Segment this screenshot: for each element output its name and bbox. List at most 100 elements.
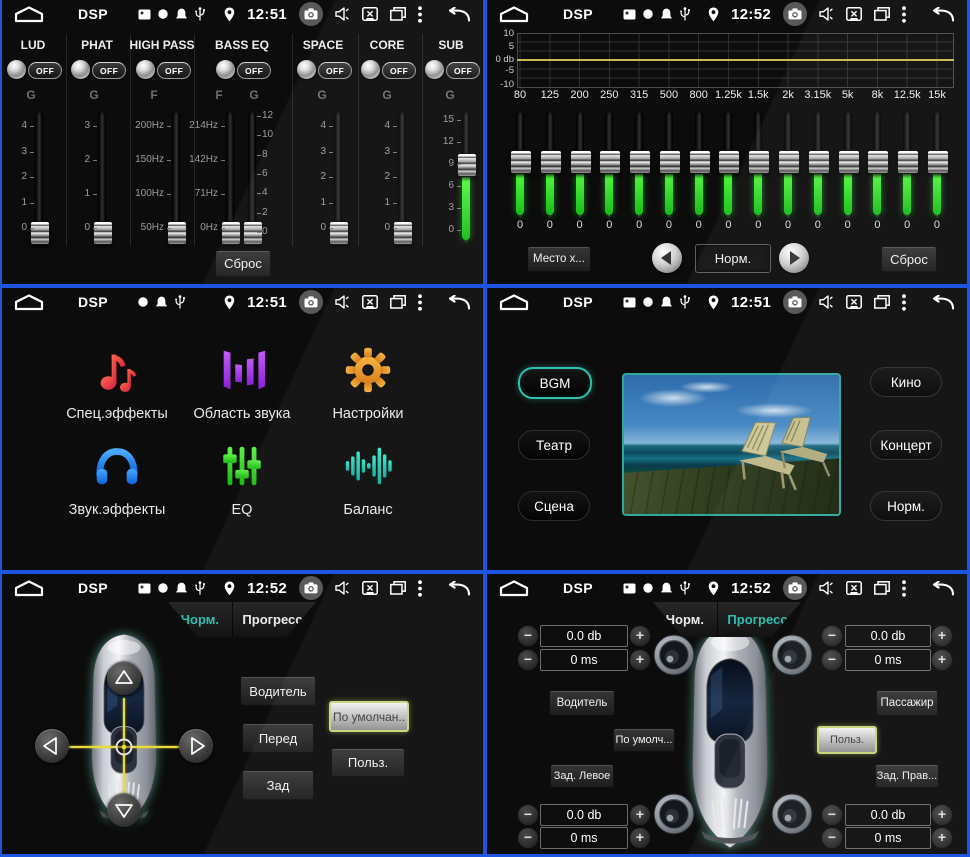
nudge-left-button[interactable]: [35, 729, 69, 763]
menu-item-balance[interactable]: Баланс: [298, 438, 438, 518]
back-icon[interactable]: [446, 7, 471, 22]
home-icon[interactable]: [499, 6, 529, 23]
eq-band-12-thumb[interactable]: [867, 150, 889, 174]
seat-button-rear-left[interactable]: Зад. Левое: [550, 764, 614, 788]
sub-off-toggle[interactable]: OFF: [446, 62, 480, 79]
eq-band-2-thumb[interactable]: [570, 150, 592, 174]
tab-normal[interactable]: Норм.: [653, 602, 717, 637]
eq-band-10-thumb[interactable]: [808, 150, 830, 174]
recent-windows-icon[interactable]: [874, 581, 890, 595]
close-window-icon[interactable]: [362, 7, 378, 21]
home-icon[interactable]: [499, 294, 529, 311]
eq-band-11-thumb[interactable]: [838, 150, 860, 174]
seat-button-custom[interactable]: Польз.: [817, 726, 877, 754]
back-icon[interactable]: [446, 295, 471, 310]
preset-button-default[interactable]: По умолчан..: [329, 701, 409, 732]
rear-left-ms-decrease-button[interactable]: −: [517, 827, 539, 849]
recent-windows-icon[interactable]: [390, 7, 406, 21]
bass-eq-off-toggle[interactable]: OFF: [237, 62, 271, 79]
recent-windows-icon[interactable]: [874, 7, 890, 21]
eq-band-1-thumb[interactable]: [540, 150, 562, 174]
menu-item-sound-zone[interactable]: Область звука: [172, 342, 312, 422]
screenshot-camera-button[interactable]: [299, 2, 323, 26]
close-window-icon[interactable]: [846, 581, 862, 595]
preset-button-норм[interactable]: Норм.: [870, 491, 942, 521]
recent-windows-icon[interactable]: [874, 295, 890, 309]
nudge-down-button[interactable]: [107, 793, 141, 827]
close-window-icon[interactable]: [362, 581, 378, 595]
preset-name-button[interactable]: Норм.: [695, 244, 771, 273]
bass-eq-slider-1-thumb[interactable]: [243, 221, 263, 245]
seat-button-driver[interactable]: Водитель: [549, 690, 615, 716]
zone-button-driver[interactable]: Водитель: [240, 676, 316, 706]
back-icon[interactable]: [446, 581, 471, 596]
eq-band-13-thumb[interactable]: [897, 150, 919, 174]
preset-button-custom[interactable]: Польз.: [331, 748, 405, 777]
overflow-menu-icon[interactable]: [418, 580, 422, 597]
home-icon[interactable]: [14, 294, 44, 311]
rear-left-db-increase-button[interactable]: +: [629, 804, 651, 826]
sub-knob[interactable]: [425, 60, 444, 79]
reset-button[interactable]: Сброс: [881, 246, 937, 272]
preset-button-bgm[interactable]: BGM: [518, 367, 592, 399]
tab-progress[interactable]: Прогресс.: [232, 602, 316, 637]
rear-right-db-decrease-button[interactable]: −: [821, 804, 843, 826]
core-slider-0-thumb[interactable]: [393, 221, 413, 245]
back-icon[interactable]: [930, 581, 955, 596]
recent-windows-icon[interactable]: [390, 295, 406, 309]
eq-band-14-thumb[interactable]: [927, 150, 949, 174]
volume-icon[interactable]: [819, 581, 834, 595]
close-window-icon[interactable]: [362, 295, 378, 309]
seat-button-passenger[interactable]: Пассажир: [876, 690, 938, 716]
eq-band-3-thumb[interactable]: [599, 150, 621, 174]
home-icon[interactable]: [499, 580, 529, 597]
core-off-toggle[interactable]: OFF: [382, 62, 416, 79]
lud-knob[interactable]: [7, 60, 26, 79]
preset-previous-button[interactable]: [652, 243, 682, 273]
zone-button-rear[interactable]: Зад: [242, 770, 314, 800]
screenshot-camera-button[interactable]: [783, 290, 807, 314]
preset-button-кино[interactable]: Кино: [870, 367, 942, 397]
recent-windows-icon[interactable]: [390, 581, 406, 595]
close-window-icon[interactable]: [846, 295, 862, 309]
front-right-ms-decrease-button[interactable]: −: [821, 649, 843, 671]
home-icon[interactable]: [14, 580, 44, 597]
overflow-menu-icon[interactable]: [902, 6, 906, 23]
eq-band-5-thumb[interactable]: [659, 150, 681, 174]
rear-right-db-increase-button[interactable]: +: [931, 804, 953, 826]
listening-position-button[interactable]: Место х...: [527, 246, 591, 272]
front-right-db-increase-button[interactable]: +: [931, 625, 953, 647]
screenshot-camera-button[interactable]: [783, 2, 807, 26]
front-left-db-increase-button[interactable]: +: [629, 625, 651, 647]
front-right-ms-increase-button[interactable]: +: [931, 649, 953, 671]
volume-icon[interactable]: [819, 7, 834, 21]
screenshot-camera-button[interactable]: [299, 290, 323, 314]
menu-item-special-effects[interactable]: Спец.эффекты: [47, 342, 187, 422]
front-right-db-decrease-button[interactable]: −: [821, 625, 843, 647]
front-left-ms-decrease-button[interactable]: −: [517, 649, 539, 671]
high-pass-off-toggle[interactable]: OFF: [157, 62, 191, 79]
screenshot-camera-button[interactable]: [783, 576, 807, 600]
volume-icon[interactable]: [335, 7, 350, 21]
preset-button-сцена[interactable]: Сцена: [518, 491, 590, 521]
space-off-toggle[interactable]: OFF: [318, 62, 352, 79]
lud-off-toggle[interactable]: OFF: [28, 62, 62, 79]
space-knob[interactable]: [297, 60, 316, 79]
reset-button[interactable]: Сброс: [215, 250, 271, 277]
rear-left-db-decrease-button[interactable]: −: [517, 804, 539, 826]
phat-slider-0-thumb[interactable]: [93, 221, 113, 245]
eq-band-4-thumb[interactable]: [629, 150, 651, 174]
seat-button-default[interactable]: По умолч...: [613, 728, 675, 752]
menu-item-sound-effects[interactable]: Звук.эффекты: [47, 438, 187, 518]
volume-icon[interactable]: [335, 295, 350, 309]
eq-band-0-thumb[interactable]: [510, 150, 532, 174]
preset-button-театр[interactable]: Театр: [518, 430, 590, 460]
core-knob[interactable]: [361, 60, 380, 79]
rear-right-ms-decrease-button[interactable]: −: [821, 827, 843, 849]
lud-slider-0-thumb[interactable]: [30, 221, 50, 245]
home-icon[interactable]: [14, 6, 44, 23]
bass-eq-slider-0-thumb[interactable]: [221, 221, 241, 245]
close-window-icon[interactable]: [846, 7, 862, 21]
back-icon[interactable]: [930, 7, 955, 22]
front-left-db-decrease-button[interactable]: −: [517, 625, 539, 647]
